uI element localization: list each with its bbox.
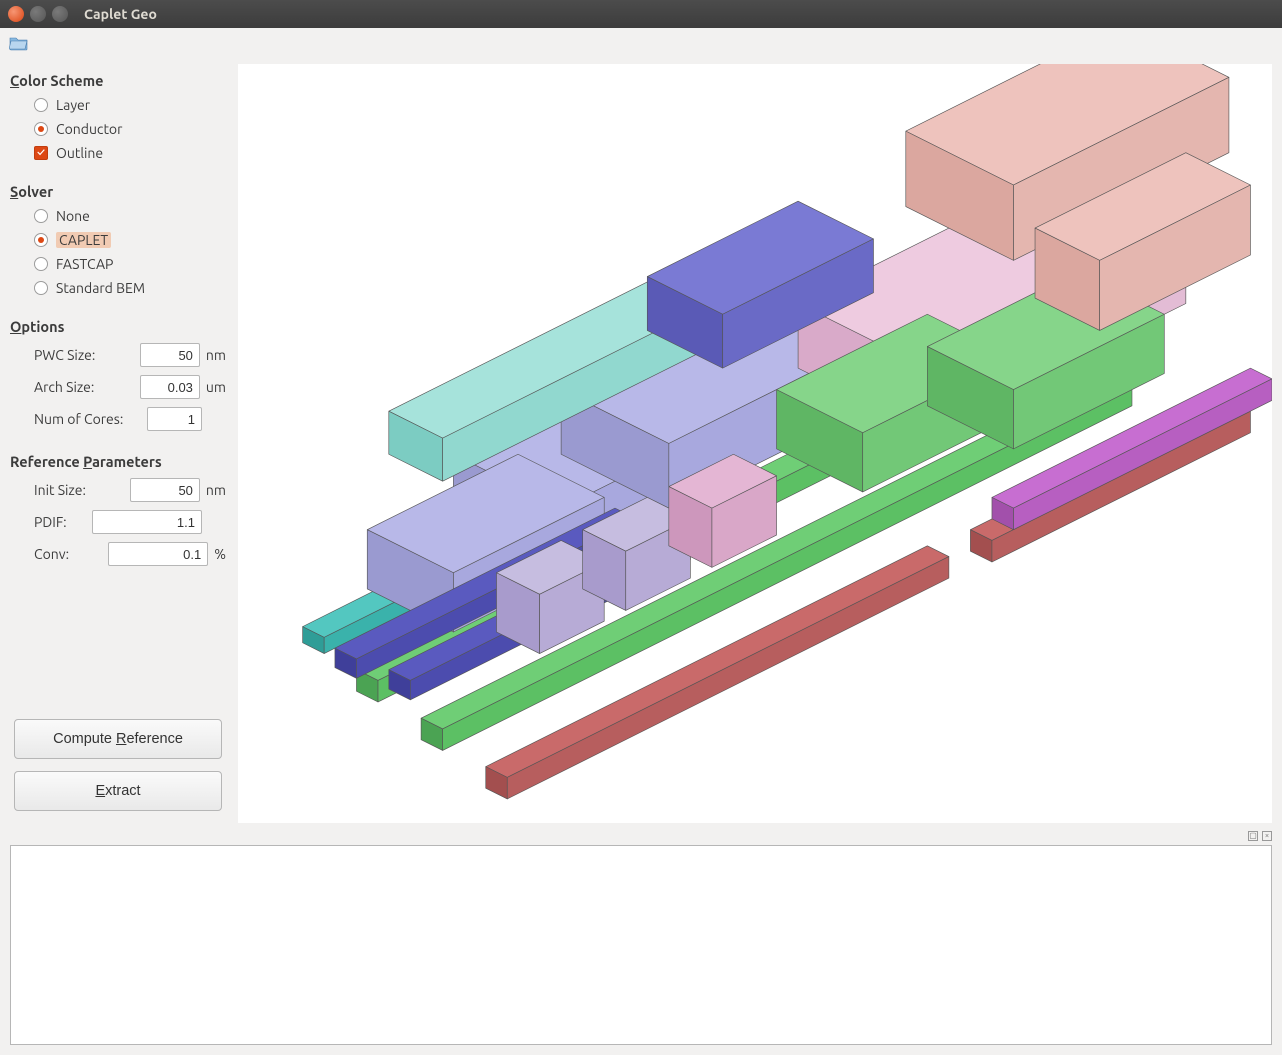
num-cores-input[interactable] (147, 407, 202, 431)
window-titlebar: Caplet Geo (0, 0, 1282, 28)
unit-label: nm (206, 482, 226, 498)
window-title: Caplet Geo (84, 6, 157, 22)
toolbar (0, 28, 1282, 58)
arch-size-label: Arch Size: (34, 379, 94, 395)
radio-caplet[interactable]: CAPLET (34, 228, 226, 252)
group-options: Options (10, 318, 226, 335)
open-file-button[interactable] (6, 31, 32, 55)
maximize-icon[interactable] (52, 6, 68, 22)
group-color-scheme: Color Scheme (10, 72, 226, 89)
pdif-label: PDIF: (34, 514, 67, 530)
radio-label: Standard BEM (56, 280, 145, 296)
checkbox-outline[interactable]: Outline (34, 141, 226, 165)
geometry-render (238, 64, 1272, 823)
unit-label: um (206, 379, 226, 395)
radio-icon (34, 98, 48, 112)
radio-label: CAPLET (56, 232, 111, 248)
radio-icon (34, 209, 48, 223)
dock-handle: ▢ × (0, 829, 1282, 843)
radio-label: FASTCAP (56, 256, 113, 272)
group-solver: Solver (10, 183, 226, 200)
radio-icon (34, 281, 48, 295)
group-reference: Reference Parameters (10, 453, 226, 470)
checkbox-label: Outline (56, 145, 103, 161)
radio-icon (34, 257, 48, 271)
radio-none[interactable]: None (34, 204, 226, 228)
unit-label: % (214, 546, 226, 562)
radio-label: Layer (56, 97, 90, 113)
radio-icon (34, 233, 48, 247)
arch-size-input[interactable] (140, 375, 200, 399)
3d-viewport[interactable] (238, 64, 1272, 823)
radio-label: None (56, 208, 90, 224)
pdif-input[interactable] (92, 510, 202, 534)
compute-reference-button[interactable]: Compute Reference (14, 719, 222, 759)
radio-fastcap[interactable]: FASTCAP (34, 252, 226, 276)
minimize-icon[interactable] (30, 6, 46, 22)
dock-float-icon[interactable]: ▢ (1248, 831, 1258, 841)
init-size-input[interactable] (130, 478, 200, 502)
conv-input[interactable] (108, 542, 208, 566)
init-size-label: Init Size: (34, 482, 86, 498)
conv-label: Conv: (34, 546, 69, 562)
extract-button[interactable]: Extract (14, 771, 222, 811)
close-icon[interactable] (8, 6, 24, 22)
pwc-size-input[interactable] (140, 343, 200, 367)
unit-label: nm (206, 347, 226, 363)
radio-layer[interactable]: Layer (34, 93, 226, 117)
log-panel[interactable] (10, 845, 1272, 1045)
pwc-size-label: PWC Size: (34, 347, 95, 363)
sidebar: Color Scheme Layer Conductor Outline Sol… (10, 64, 230, 829)
folder-icon (9, 35, 29, 51)
radio-icon (34, 122, 48, 136)
radio-standard-bem[interactable]: Standard BEM (34, 276, 226, 300)
checkbox-icon (34, 146, 48, 160)
radio-conductor[interactable]: Conductor (34, 117, 226, 141)
dock-close-icon[interactable]: × (1262, 831, 1272, 841)
radio-label: Conductor (56, 121, 122, 137)
num-cores-label: Num of Cores: (34, 411, 123, 427)
